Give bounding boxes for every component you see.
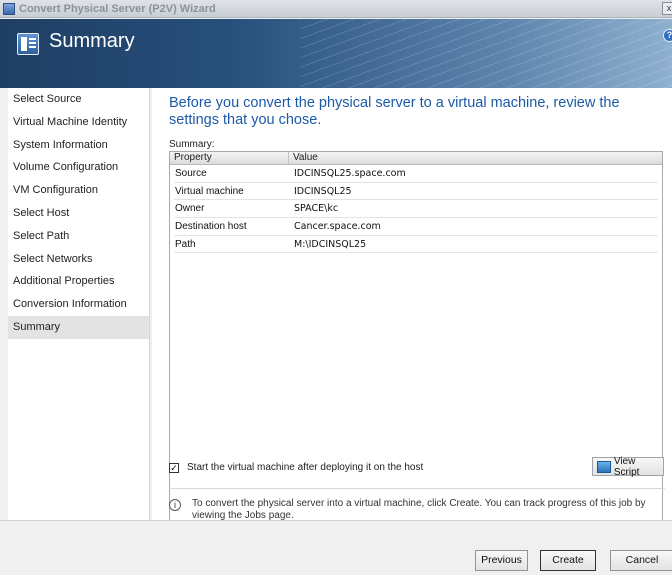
row-property: Destination host bbox=[175, 221, 247, 233]
column-header-value[interactable]: Value bbox=[289, 152, 318, 164]
row-value: SPACE\kc bbox=[294, 203, 339, 215]
page-heading: Summary bbox=[49, 30, 135, 52]
cancel-button[interactable]: Cancel bbox=[610, 550, 672, 571]
banner-decoration bbox=[300, 19, 672, 88]
wizard-banner: Summary ? bbox=[0, 19, 672, 88]
info-message: i To convert the physical server into a … bbox=[169, 488, 665, 522]
table-row[interactable]: Virtual machine IDCINSQL25 bbox=[174, 183, 658, 201]
row-value: M:\IDCINSQL25 bbox=[294, 238, 367, 250]
nav-item-vm-configuration[interactable]: VM Configuration bbox=[8, 179, 149, 202]
nav-item-virtual-machine-identity[interactable]: Virtual Machine Identity bbox=[8, 111, 149, 134]
start-vm-option[interactable]: ✓ Start the virtual machine after deploy… bbox=[169, 462, 423, 473]
summary-table[interactable]: Property Value Source IDCINSQL25.space.c… bbox=[169, 151, 663, 539]
nav-item-system-information[interactable]: System Information bbox=[8, 134, 149, 157]
main-panel: Before you convert the physical server t… bbox=[152, 88, 672, 539]
nav-item-select-networks[interactable]: Select Networks bbox=[8, 248, 149, 271]
footer-bar: Previous Create Cancel bbox=[0, 520, 672, 575]
row-value: Cancer.space.com bbox=[294, 221, 381, 233]
nav-item-volume-configuration[interactable]: Volume Configuration bbox=[8, 156, 149, 179]
row-property: Virtual machine bbox=[175, 185, 244, 197]
view-script-button[interactable]: View Script bbox=[592, 455, 664, 478]
create-button[interactable]: Create bbox=[540, 550, 596, 571]
wizard-step-list: Select Source Virtual Machine Identity S… bbox=[8, 88, 150, 520]
nav-item-summary[interactable]: Summary bbox=[8, 315, 149, 339]
view-script-label: View Script bbox=[613, 455, 640, 478]
nav-item-select-source[interactable]: Select Source bbox=[8, 88, 149, 111]
info-icon: i bbox=[169, 499, 181, 511]
table-row[interactable]: Owner SPACE\kc bbox=[174, 200, 658, 219]
close-button[interactable]: x bbox=[662, 2, 672, 15]
summary-icon bbox=[17, 33, 39, 55]
previous-button[interactable]: Previous bbox=[475, 550, 528, 571]
row-property: Owner bbox=[175, 203, 205, 215]
column-header-property[interactable]: Property bbox=[170, 152, 289, 164]
row-value: IDCINSQL25.space.com bbox=[294, 168, 406, 179]
row-property: Path bbox=[175, 238, 196, 250]
window-title: Convert Physical Server (P2V) Wizard bbox=[19, 2, 216, 15]
nav-item-select-host[interactable]: Select Host bbox=[8, 202, 149, 225]
script-icon bbox=[597, 460, 611, 473]
intro-text: Before you convert the physical server t… bbox=[169, 95, 620, 128]
start-vm-checkbox[interactable]: ✓ bbox=[169, 462, 179, 473]
title-bar: Convert Physical Server (P2V) Wizard x bbox=[0, 0, 672, 18]
nav-item-conversion-information[interactable]: Conversion Information bbox=[8, 293, 149, 316]
table-header: Property Value bbox=[170, 152, 662, 165]
table-row[interactable]: Destination host Cancer.space.com bbox=[174, 218, 658, 236]
nav-item-select-path[interactable]: Select Path bbox=[8, 225, 149, 248]
row-property: Source bbox=[175, 168, 207, 179]
nav-item-additional-properties[interactable]: Additional Properties bbox=[8, 270, 149, 293]
start-vm-label[interactable]: Start the virtual machine after deployin… bbox=[187, 462, 423, 473]
table-row[interactable]: Path M:\IDCINSQL25 bbox=[174, 236, 658, 254]
p2v-wizard-icon bbox=[3, 2, 15, 15]
info-text: To convert the physical server into a vi… bbox=[192, 498, 646, 521]
table-row[interactable]: Source IDCINSQL25.space.com bbox=[174, 165, 658, 183]
row-value: IDCINSQL25 bbox=[294, 185, 352, 197]
help-icon[interactable]: ? bbox=[663, 29, 672, 42]
summary-label: Summary: bbox=[169, 139, 215, 150]
